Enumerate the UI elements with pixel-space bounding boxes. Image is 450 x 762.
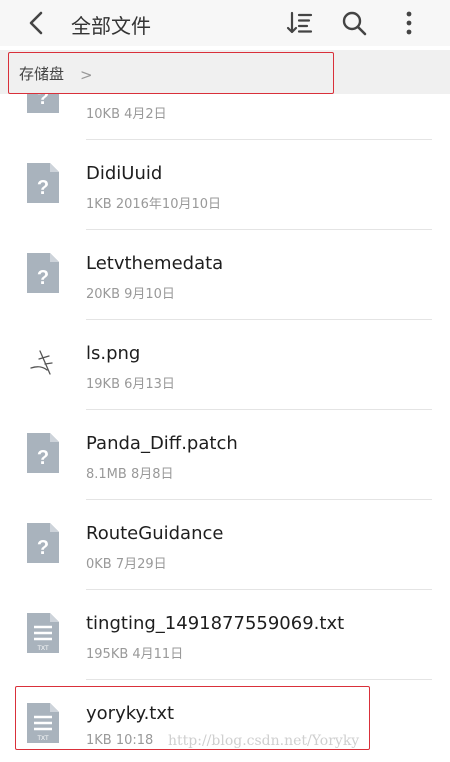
sort-icon[interactable] [285,8,315,38]
file-name: tingting_1491877559069.txt [86,613,345,634]
breadcrumb-highlight-box [8,52,334,94]
file-list: ? 10KB 4月2日 ? DidiUuid 1KB 2016年10月10日 ?… [0,94,450,762]
svg-text:?: ? [37,94,49,109]
unknown-file-icon: ? [25,431,61,475]
unknown-file-icon: ? [25,521,61,565]
file-name: DidiUuid [86,163,163,184]
search-icon[interactable] [339,8,369,38]
file-meta: 1KB 2016年10月10日 [86,197,222,212]
svg-text:?: ? [37,177,49,199]
file-meta: 0KB 7月29日 [86,557,167,572]
file-name: Letvthemedata [86,253,224,274]
more-vertical-icon[interactable] [394,8,424,38]
file-name: ls.png [86,343,141,364]
list-item[interactable]: ls.png 19KB 6月13日 [0,320,450,410]
svg-text:?: ? [37,267,49,289]
file-meta: 19KB 6月13日 [86,377,175,392]
unknown-file-icon: ? [25,251,61,295]
svg-text:?: ? [37,447,49,469]
file-name: Panda_Diff.patch [86,433,238,454]
unknown-file-icon: ? [25,94,61,115]
list-item[interactable]: ? DidiUuid 1KB 2016年10月10日 [0,140,450,230]
back-arrow-icon[interactable] [22,8,52,38]
list-item[interactable]: TXT tingting_1491877559069.txt 195KB 4月1… [0,590,450,680]
file-meta: 195KB 4月11日 [86,647,184,662]
list-item[interactable]: ? Panda_Diff.patch 8.1MB 8月8日 [0,410,450,500]
top-toolbar: 全部文件 [0,0,450,46]
file-meta: 8.1MB 8月8日 [86,467,174,482]
unknown-file-icon: ? [25,161,61,205]
list-item[interactable]: ? Letvthemedata 20KB 9月10日 [0,230,450,320]
image-thumbnail-icon [25,341,61,385]
watermark-text: http://blog.csdn.net/Yoryky [168,733,360,749]
list-item[interactable]: ? RouteGuidance 0KB 7月29日 [0,500,450,590]
svg-text:TXT: TXT [37,646,49,652]
list-item[interactable]: ? 10KB 4月2日 [0,94,450,140]
file-meta: 10KB 4月2日 [86,107,167,122]
svg-text:?: ? [37,537,49,559]
txt-file-icon: TXT [25,611,61,655]
page-title: 全部文件 [71,14,151,38]
file-name: RouteGuidance [86,523,224,544]
file-meta: 20KB 9月10日 [86,287,175,302]
